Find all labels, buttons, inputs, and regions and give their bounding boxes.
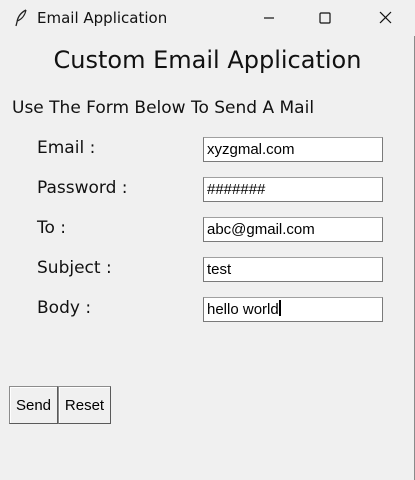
text-cursor: [278, 300, 281, 316]
subject-field[interactable]: test: [203, 257, 383, 282]
to-label: To :: [37, 218, 67, 238]
to-field[interactable]: abc@gmail.com: [203, 217, 383, 242]
body-label: Body :: [37, 298, 92, 318]
close-button[interactable]: [362, 0, 408, 36]
body-field[interactable]: hello world: [203, 297, 383, 322]
minimize-button[interactable]: [246, 0, 292, 36]
email-app-window: Email Application Custom Email Applicati…: [0, 0, 415, 480]
email-label: Email :: [37, 138, 96, 158]
send-button[interactable]: Send: [9, 386, 58, 424]
close-icon: [379, 9, 392, 28]
email-field[interactable]: xyzgmal.com: [203, 137, 383, 162]
password-label: Password :: [37, 178, 128, 198]
maximize-icon: [319, 9, 331, 28]
page-title: Custom Email Application: [53, 46, 362, 74]
subject-field-value: test: [207, 261, 232, 278]
to-field-value: abc@gmail.com: [207, 221, 315, 238]
password-field-value: #######: [207, 181, 266, 198]
maximize-button[interactable]: [302, 0, 348, 36]
window-title: Email Application: [37, 9, 168, 27]
password-field[interactable]: #######: [203, 177, 383, 202]
title-bar[interactable]: Email Application: [0, 0, 415, 36]
body-field-value: hello world: [207, 301, 279, 318]
minimize-icon: [263, 9, 275, 28]
email-field-value: xyzgmal.com: [207, 141, 295, 158]
subject-label: Subject :: [37, 258, 112, 278]
form-instructions: Use The Form Below To Send A Mail: [12, 98, 315, 118]
reset-button[interactable]: Reset: [58, 386, 111, 424]
feather-icon: [14, 9, 28, 27]
